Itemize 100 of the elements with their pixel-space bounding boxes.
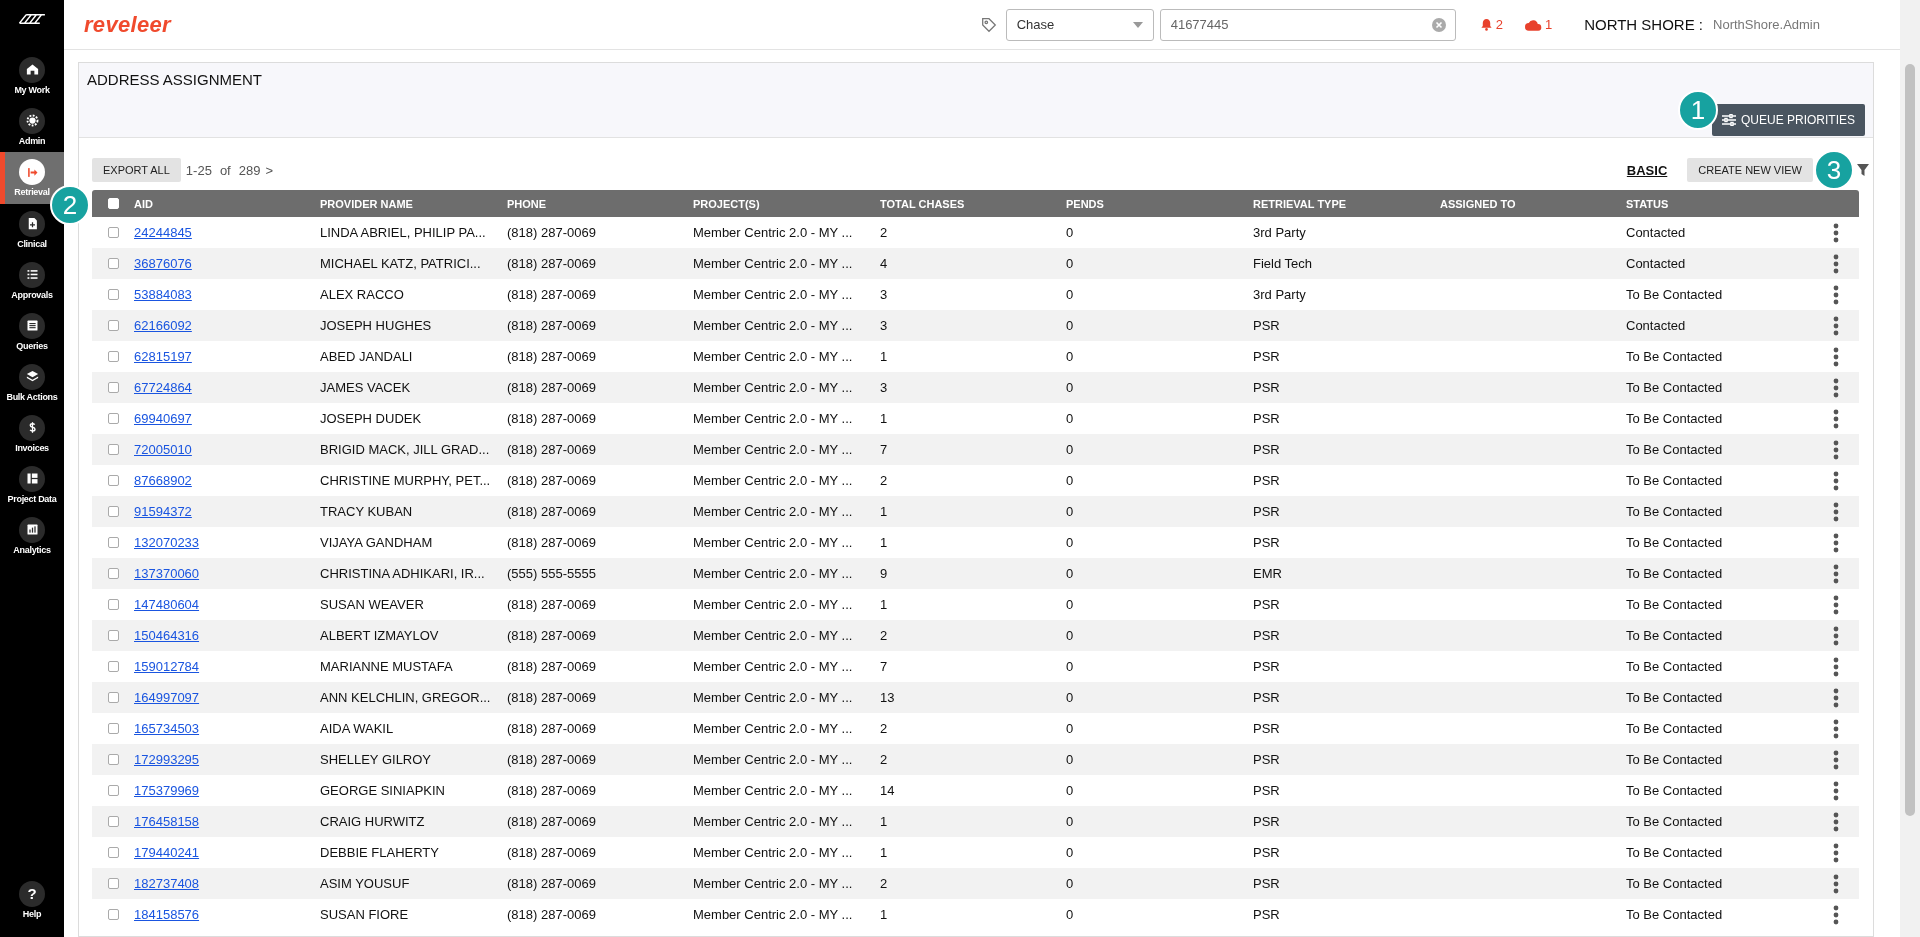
aid-link[interactable]: 62166092 bbox=[134, 318, 192, 333]
help-nav-item[interactable]: ? Help bbox=[0, 874, 64, 925]
search-field[interactable]: 41677445 bbox=[1159, 8, 1456, 41]
aid-link[interactable]: 182737408 bbox=[134, 876, 200, 891]
aid-link[interactable]: 179440241 bbox=[134, 845, 200, 860]
basic-view-link[interactable]: BASIC bbox=[1626, 162, 1668, 178]
nav-item[interactable]: Queries bbox=[0, 306, 64, 357]
aid-link[interactable]: 132070233 bbox=[134, 535, 200, 550]
row-checkbox[interactable] bbox=[107, 661, 119, 672]
nav-item[interactable]: My Work bbox=[0, 50, 64, 101]
aid-link[interactable]: 184158576 bbox=[134, 907, 200, 922]
aid-link[interactable]: 87668902 bbox=[134, 473, 192, 488]
nav-item[interactable]: Admin bbox=[0, 101, 64, 152]
nav-item[interactable]: Analytics bbox=[0, 510, 64, 561]
row-checkbox[interactable] bbox=[107, 599, 119, 610]
more-options-icon[interactable] bbox=[1833, 253, 1839, 274]
row-checkbox[interactable] bbox=[107, 289, 119, 300]
row-checkbox[interactable] bbox=[107, 258, 119, 269]
queue-priorities-button[interactable]: QUEUE PRIORITIES bbox=[1711, 104, 1865, 136]
more-options-icon[interactable] bbox=[1833, 563, 1839, 584]
more-options-icon[interactable] bbox=[1833, 222, 1839, 243]
cloud-alerts-button[interactable]: 1 bbox=[1524, 17, 1553, 32]
more-options-icon[interactable] bbox=[1833, 749, 1839, 770]
column-header[interactable]: RETRIEVAL TYPE bbox=[1253, 197, 1440, 210]
aid-link[interactable]: 164997097 bbox=[134, 690, 200, 705]
column-header[interactable]: ASSIGNED TO bbox=[1440, 197, 1626, 210]
column-header[interactable]: PROVIDER NAME bbox=[320, 197, 507, 210]
more-options-icon[interactable] bbox=[1833, 377, 1839, 398]
row-checkbox[interactable] bbox=[107, 723, 119, 734]
column-header[interactable]: PROJECT(S) bbox=[693, 197, 880, 210]
more-options-icon[interactable] bbox=[1833, 284, 1839, 305]
column-header[interactable]: AID bbox=[134, 197, 320, 210]
row-checkbox[interactable] bbox=[107, 320, 119, 331]
scrollbar-thumb[interactable] bbox=[1905, 64, 1915, 816]
next-page-link[interactable]: > bbox=[265, 162, 274, 178]
more-options-icon[interactable] bbox=[1833, 532, 1839, 553]
aid-link[interactable]: 36876076 bbox=[134, 256, 192, 271]
create-new-view-button[interactable]: CREATE NEW VIEW bbox=[1687, 158, 1813, 182]
aid-link[interactable]: 175379969 bbox=[134, 783, 200, 798]
row-checkbox[interactable] bbox=[107, 816, 119, 827]
scrollbar[interactable] bbox=[1900, 0, 1920, 937]
row-checkbox[interactable] bbox=[107, 878, 119, 889]
nav-item[interactable]: Approvals bbox=[0, 255, 64, 306]
row-checkbox[interactable] bbox=[107, 785, 119, 796]
nav-item[interactable]: Bulk Actions bbox=[0, 357, 64, 408]
row-checkbox[interactable] bbox=[107, 506, 119, 517]
more-options-icon[interactable] bbox=[1833, 718, 1839, 739]
select-all-checkbox[interactable] bbox=[107, 198, 119, 209]
user-name[interactable]: NorthShore.Admin bbox=[1713, 17, 1820, 32]
more-options-icon[interactable] bbox=[1833, 470, 1839, 491]
more-options-icon[interactable] bbox=[1833, 594, 1839, 615]
more-options-icon[interactable] bbox=[1833, 780, 1839, 801]
row-checkbox[interactable] bbox=[107, 847, 119, 858]
row-checkbox[interactable] bbox=[107, 909, 119, 920]
row-checkbox[interactable] bbox=[107, 568, 119, 579]
column-header[interactable]: PHONE bbox=[507, 197, 693, 210]
more-options-icon[interactable] bbox=[1833, 408, 1839, 429]
aid-link[interactable]: 62815197 bbox=[134, 349, 192, 364]
aid-link[interactable]: 67724864 bbox=[134, 380, 192, 395]
nav-item[interactable]: Invoices bbox=[0, 408, 64, 459]
more-options-icon[interactable] bbox=[1833, 501, 1839, 522]
nav-item[interactable]: Retrieval bbox=[0, 152, 64, 204]
aid-link[interactable]: 137370060 bbox=[134, 566, 200, 581]
row-checkbox[interactable] bbox=[107, 754, 119, 765]
row-checkbox[interactable] bbox=[107, 444, 119, 455]
aid-link[interactable]: 176458158 bbox=[134, 814, 200, 829]
aid-link[interactable]: 147480604 bbox=[134, 597, 200, 612]
more-options-icon[interactable] bbox=[1833, 842, 1839, 863]
row-checkbox[interactable] bbox=[107, 227, 119, 238]
column-header[interactable]: PENDS bbox=[1066, 197, 1253, 210]
row-checkbox[interactable] bbox=[107, 351, 119, 362]
more-options-icon[interactable] bbox=[1833, 811, 1839, 832]
aid-link[interactable]: 159012784 bbox=[134, 659, 200, 674]
aid-link[interactable]: 165734503 bbox=[134, 721, 200, 736]
row-checkbox[interactable] bbox=[107, 630, 119, 641]
brand-logo[interactable]: reveleer bbox=[84, 11, 171, 38]
more-options-icon[interactable] bbox=[1833, 687, 1839, 708]
aid-link[interactable]: 150464316 bbox=[134, 628, 200, 643]
aid-link[interactable]: 24244845 bbox=[134, 225, 192, 240]
aid-link[interactable]: 72005010 bbox=[134, 442, 192, 457]
more-options-icon[interactable] bbox=[1833, 439, 1839, 460]
aid-link[interactable]: 53884083 bbox=[134, 287, 192, 302]
nav-item[interactable]: Project Data bbox=[0, 459, 64, 510]
aid-link[interactable]: 69940697 bbox=[134, 411, 192, 426]
export-all-button[interactable]: EXPORT ALL bbox=[92, 158, 181, 182]
column-header[interactable]: STATUS bbox=[1626, 197, 1776, 210]
more-options-icon[interactable] bbox=[1833, 346, 1839, 367]
search-type-dropdown[interactable]: Chase bbox=[1005, 8, 1154, 41]
more-options-icon[interactable] bbox=[1833, 873, 1839, 894]
more-options-icon[interactable] bbox=[1833, 315, 1839, 336]
row-checkbox[interactable] bbox=[107, 382, 119, 393]
aid-link[interactable]: 91594372 bbox=[134, 504, 192, 519]
more-options-icon[interactable] bbox=[1833, 904, 1839, 925]
aid-link[interactable]: 172993295 bbox=[134, 752, 200, 767]
row-checkbox[interactable] bbox=[107, 537, 119, 548]
row-checkbox[interactable] bbox=[107, 692, 119, 703]
more-options-icon[interactable] bbox=[1833, 625, 1839, 646]
row-checkbox[interactable] bbox=[107, 413, 119, 424]
row-checkbox[interactable] bbox=[107, 475, 119, 486]
filter-icon[interactable] bbox=[1857, 164, 1869, 176]
